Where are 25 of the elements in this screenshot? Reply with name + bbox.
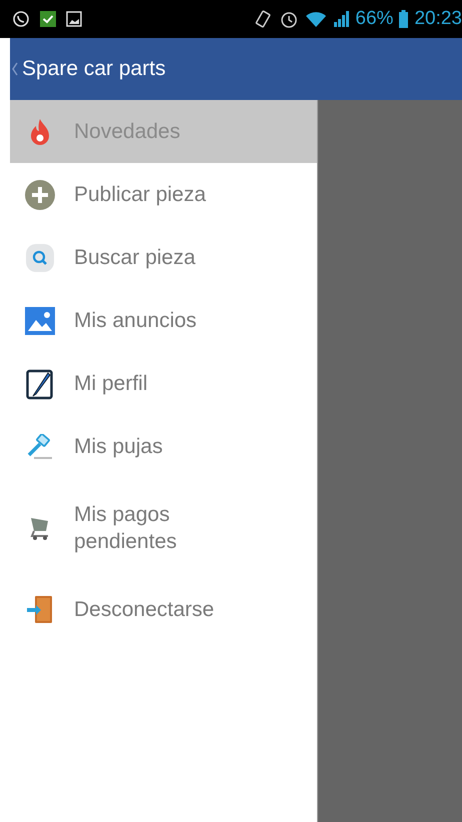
door-icon <box>26 594 54 624</box>
chat-icon <box>12 10 30 28</box>
search-icon <box>25 242 55 272</box>
back-icon[interactable] <box>12 62 18 76</box>
drawer-item[interactable]: Mi perfil <box>10 352 317 415</box>
battery-icon <box>399 10 408 28</box>
check-icon <box>40 11 56 27</box>
drawer-item[interactable]: Mis pagos pendientes <box>10 478 317 578</box>
image-icon <box>25 306 55 334</box>
clock: 20:23 <box>414 8 462 30</box>
signal-icon <box>333 11 350 27</box>
app-title: Spare car parts <box>22 57 166 81</box>
plus-icon <box>24 178 56 210</box>
wifi-icon <box>305 10 328 28</box>
drawer-item[interactable]: Mis pujas <box>10 415 317 478</box>
flame-icon <box>29 118 51 146</box>
battery-percent: 66% <box>355 8 394 30</box>
gavel-icon <box>26 434 54 460</box>
notepad-icon <box>26 368 54 400</box>
drawer-item[interactable]: Buscar pieza <box>10 226 317 289</box>
drawer-item[interactable]: Mis anuncios <box>10 289 317 352</box>
image-icon <box>66 11 82 27</box>
vibrate-icon <box>253 9 274 29</box>
drawer-item[interactable]: Desconectarse <box>10 578 317 641</box>
drawer-item[interactable]: Publicar pieza <box>10 163 317 226</box>
